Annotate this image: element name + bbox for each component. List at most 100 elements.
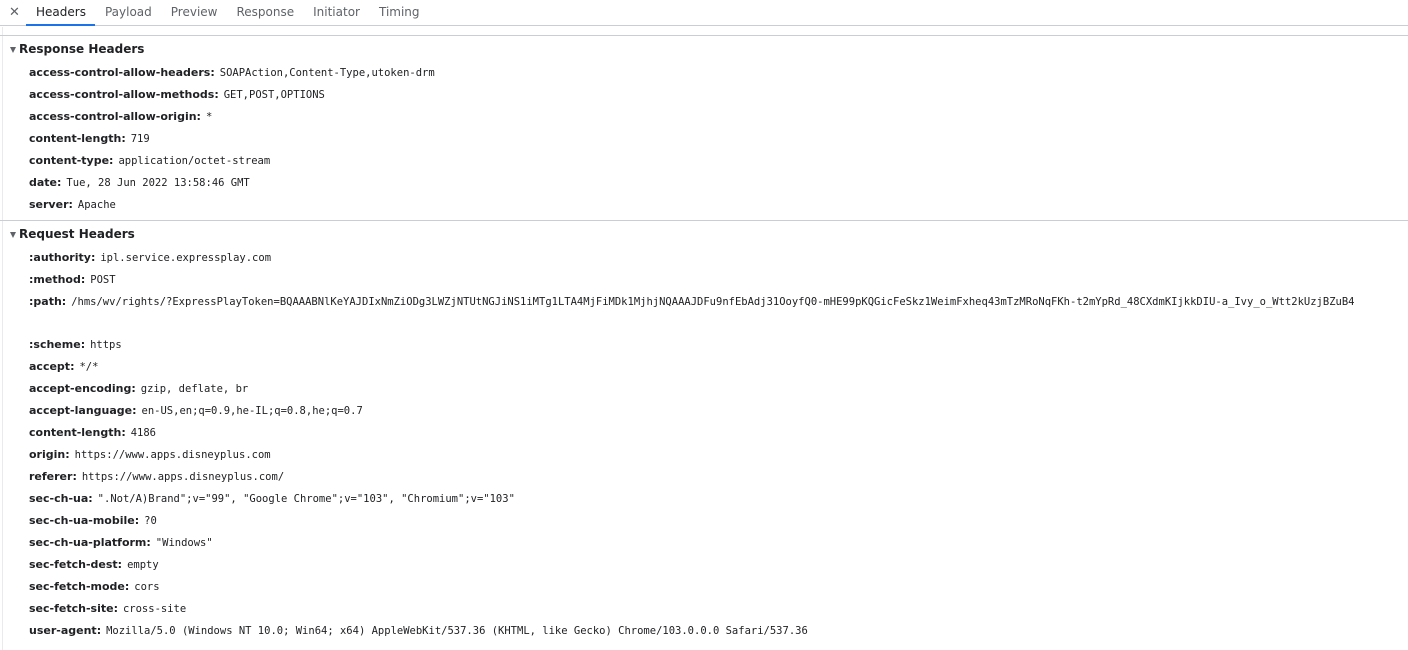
header-value: en-US,en;q=0.9,he-IL;q=0.8,he;q=0.7 bbox=[141, 405, 363, 417]
header-name: accept-encoding bbox=[29, 382, 132, 395]
header-row[interactable]: accept-language: en-US,en;q=0.9,he-IL;q=0… bbox=[0, 400, 1408, 422]
request-headers-list: :authority: ipl.service.expressplay.com:m… bbox=[0, 247, 1408, 642]
header-colon: : bbox=[134, 514, 140, 527]
devtools-tab-bar: ✕ Headers Payload Preview Response Initi… bbox=[0, 0, 1408, 26]
header-row[interactable]: accept: */* bbox=[0, 356, 1408, 378]
header-name: access-control-allow-methods bbox=[29, 88, 215, 101]
header-name: sec-fetch-dest bbox=[29, 558, 118, 571]
header-value: https://www.apps.disneyplus.com/ bbox=[81, 471, 285, 483]
header-row[interactable]: server: Apache bbox=[0, 194, 1408, 216]
header-row[interactable]: content-length: 719 bbox=[0, 128, 1408, 150]
header-colon: : bbox=[113, 602, 118, 615]
triangle-down-icon bbox=[10, 46, 16, 53]
header-value: /hms/wv/rights/?ExpressPlayToken=BQAAABN… bbox=[71, 296, 1355, 308]
header-colon: : bbox=[68, 198, 73, 211]
response-headers-list: access-control-allow-headers: SOAPAction,… bbox=[0, 62, 1408, 216]
header-name: :method bbox=[29, 273, 81, 286]
header-value: gzip, deflate, br bbox=[140, 383, 249, 395]
header-row[interactable]: :method: POST bbox=[0, 269, 1408, 291]
header-row[interactable]: access-control-allow-origin: * bbox=[0, 106, 1408, 128]
header-name: accept-language bbox=[29, 404, 133, 417]
header-row[interactable]: content-type: application/octet-stream bbox=[0, 150, 1408, 172]
tab-preview[interactable]: Preview bbox=[161, 0, 227, 25]
header-row[interactable]: sec-ch-ua-platform: "Windows" bbox=[0, 532, 1408, 554]
header-value: application/octet-stream bbox=[118, 155, 271, 167]
header-name: content-type bbox=[29, 154, 110, 167]
header-name: :authority bbox=[29, 251, 91, 264]
header-name: access-control-allow-headers bbox=[29, 66, 211, 79]
header-row[interactable]: referer: https://www.apps.disneyplus.com/ bbox=[0, 466, 1408, 488]
triangle-down-icon bbox=[10, 231, 16, 238]
header-colon: : bbox=[196, 110, 201, 123]
header-value: ?0 bbox=[144, 515, 157, 527]
response-headers-toggle[interactable]: Response Headers bbox=[0, 36, 1408, 62]
header-colon: : bbox=[65, 448, 70, 461]
header-colon: : bbox=[88, 492, 93, 505]
header-row[interactable]: origin: https://www.apps.disneyplus.com bbox=[0, 444, 1408, 466]
header-name: referer bbox=[29, 470, 73, 483]
header-value: cors bbox=[134, 581, 160, 593]
header-row[interactable]: sec-fetch-site: cross-site bbox=[0, 598, 1408, 620]
tab-initiator[interactable]: Initiator bbox=[303, 0, 369, 25]
scrolled-previous-section bbox=[0, 27, 1408, 36]
header-row[interactable]: :scheme: https bbox=[0, 334, 1408, 356]
header-value: 4186 bbox=[130, 427, 157, 439]
header-colon: : bbox=[210, 66, 215, 79]
header-name: content-length bbox=[29, 426, 122, 439]
header-row[interactable]: :path: /hms/wv/rights/?ExpressPlayToken=B… bbox=[0, 291, 1408, 334]
header-row[interactable]: date: Tue, 28 Jun 2022 13:58:46 GMT bbox=[0, 172, 1408, 194]
header-colon: : bbox=[121, 426, 126, 439]
header-colon: : bbox=[90, 251, 96, 264]
header-colon: : bbox=[109, 154, 114, 167]
header-colon: : bbox=[214, 88, 219, 101]
header-row[interactable]: content-length: 4186 bbox=[0, 422, 1408, 444]
tab-headers[interactable]: Headers bbox=[26, 0, 95, 26]
request-headers-toggle[interactable]: Request Headers bbox=[0, 221, 1408, 247]
header-name: :scheme bbox=[29, 338, 81, 351]
request-headers-title: Request Headers bbox=[19, 227, 135, 241]
tab-payload[interactable]: Payload bbox=[95, 0, 161, 25]
header-name: sec-ch-ua-mobile bbox=[29, 514, 135, 527]
header-name: access-control-allow-origin bbox=[29, 110, 197, 123]
header-colon: : bbox=[124, 580, 130, 593]
header-name: date bbox=[29, 176, 58, 189]
header-value: Apache bbox=[77, 199, 116, 211]
header-value: */* bbox=[79, 361, 99, 373]
header-value: 719 bbox=[130, 133, 150, 145]
header-row[interactable]: sec-fetch-dest: empty bbox=[0, 554, 1408, 576]
header-row[interactable]: accept-encoding: gzip, deflate, br bbox=[0, 378, 1408, 400]
header-name: sec-ch-ua bbox=[29, 492, 89, 505]
header-colon: : bbox=[61, 295, 67, 308]
header-row[interactable]: sec-fetch-mode: cors bbox=[0, 576, 1408, 598]
header-value: * bbox=[205, 111, 213, 123]
header-colon: : bbox=[72, 470, 77, 483]
header-row[interactable]: user-agent: Mozilla/5.0 (Windows NT 10.0;… bbox=[0, 620, 1408, 642]
header-row[interactable]: access-control-allow-headers: SOAPAction,… bbox=[0, 62, 1408, 84]
header-name: sec-ch-ua-platform bbox=[29, 536, 147, 549]
header-row[interactable]: access-control-allow-methods: GET,POST,OP… bbox=[0, 84, 1408, 106]
header-name: sec-fetch-site bbox=[29, 602, 114, 615]
header-name: server bbox=[29, 198, 69, 211]
header-colon: : bbox=[132, 404, 137, 417]
header-colon: : bbox=[121, 132, 126, 145]
headers-panel[interactable]: Response Headers access-control-allow-he… bbox=[0, 27, 1408, 650]
header-colon: : bbox=[117, 558, 123, 571]
header-value: SOAPAction,Content-Type,utoken-drm bbox=[219, 67, 435, 79]
header-value: empty bbox=[127, 559, 159, 571]
header-row[interactable]: sec-ch-ua-mobile: ?0 bbox=[0, 510, 1408, 532]
header-value: Mozilla/5.0 (Windows NT 10.0; Win64; x64… bbox=[106, 625, 808, 637]
tab-response[interactable]: Response bbox=[226, 0, 303, 25]
header-colon: : bbox=[70, 360, 75, 373]
header-row[interactable]: sec-ch-ua: ".Not/A)Brand";v="99", "Google… bbox=[0, 488, 1408, 510]
header-name: user-agent bbox=[29, 624, 97, 637]
header-colon: : bbox=[80, 273, 86, 286]
response-headers-title: Response Headers bbox=[19, 42, 145, 56]
close-icon[interactable]: ✕ bbox=[0, 0, 26, 25]
header-value: cross-site bbox=[122, 603, 187, 615]
header-value: https bbox=[90, 339, 122, 351]
header-name: origin bbox=[29, 448, 66, 461]
header-row[interactable]: :authority: ipl.service.expressplay.com bbox=[0, 247, 1408, 269]
header-colon: : bbox=[146, 536, 151, 549]
header-colon: : bbox=[96, 624, 102, 637]
tab-timing[interactable]: Timing bbox=[369, 0, 429, 25]
